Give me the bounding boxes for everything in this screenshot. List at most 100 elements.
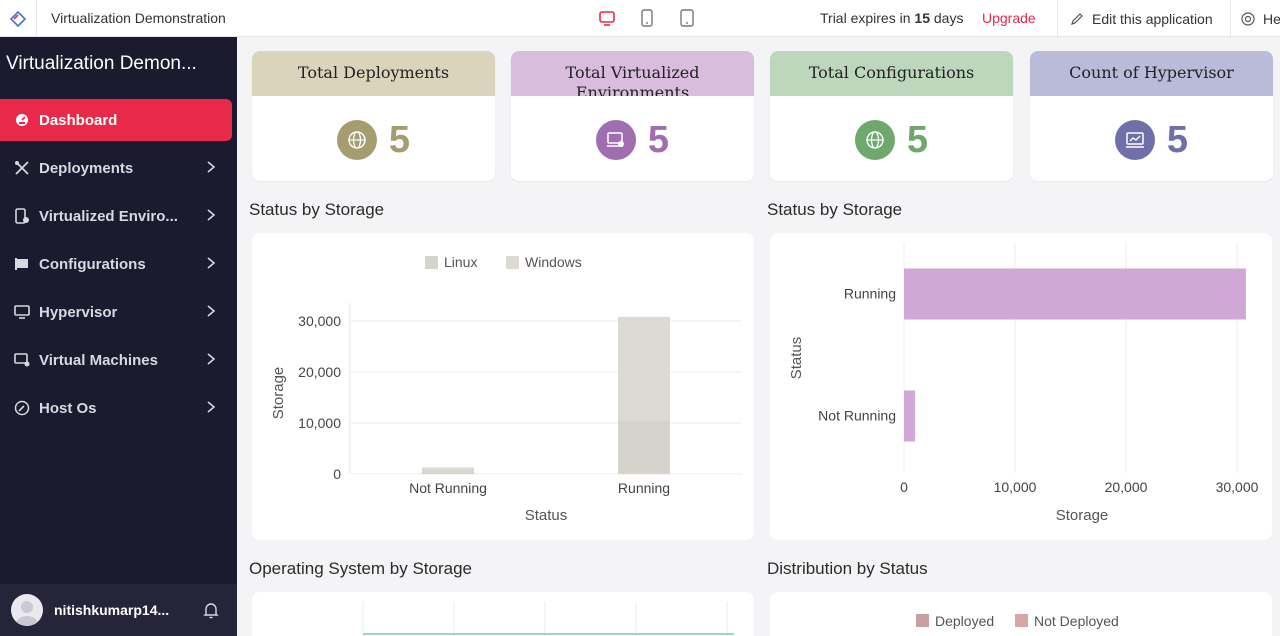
app-title: Virtualization Demonstration [51, 10, 226, 26]
card-value: 5 [906, 119, 929, 161]
bar [618, 420, 670, 474]
sidebar-item-virtualized-environments[interactable]: Virtualized Enviro... [0, 195, 232, 237]
chart-distribution-by-status: Deployed Not Deployed [916, 613, 1119, 629]
app-logo-icon[interactable] [0, 0, 37, 37]
y-tick-label: 0 [333, 466, 341, 482]
x-axis-title: Storage [1056, 507, 1109, 524]
chevron-right-icon [207, 353, 216, 365]
trial-notice: Trial expires in 15 days [820, 10, 963, 26]
monitor-icon [13, 303, 31, 321]
bell-icon[interactable] [203, 602, 219, 619]
bar [422, 471, 474, 474]
help-icon [1241, 11, 1255, 26]
kpi-card-total-virtualized-environments: Total Virtualized Environments 5 [511, 51, 754, 181]
y-tick-label: 30,000 [298, 313, 341, 329]
horizontal-bar-chart-status-by-storage: 0 10,000 20,000 30,000 Running Not Running Sto… [788, 243, 1259, 524]
legend-label: Windows [525, 254, 582, 270]
y-tick-label: Not Running [818, 408, 896, 424]
bar [904, 390, 916, 442]
sidebar-item-dashboard[interactable]: Dashboard [0, 99, 232, 141]
sidebar-item-label: Deployments [39, 159, 134, 177]
chevron-right-icon [207, 257, 216, 269]
trial-suffix: days [933, 10, 964, 26]
y-tick-label: Running [844, 286, 896, 302]
kpi-card-total-deployments: Total Deployments 5 [252, 51, 495, 181]
bar [422, 467, 474, 472]
device-gear-icon [13, 207, 31, 225]
chevron-right-icon [207, 401, 216, 413]
sidebar-item-label: Host Os [39, 399, 97, 417]
card-title: Total Virtualized Environments [511, 51, 754, 96]
sidebar-item-label: Hypervisor [39, 303, 118, 321]
x-tick-label: 0 [900, 479, 908, 495]
y-axis-title: Status [788, 337, 805, 380]
trial-days: 15 [914, 10, 930, 26]
dashboard-icon [13, 111, 31, 129]
top-bar: Virtualization Demonstration Trial expir… [0, 0, 1280, 37]
legend-label: Deployed [935, 613, 994, 629]
card-value: 5 [388, 119, 411, 161]
sidebar: Virtualization Demon... Dashboard Deploy… [0, 37, 237, 636]
device-preview-switcher [597, 7, 697, 29]
sidebar-item-label: Virtualized Enviro... [39, 207, 178, 225]
help-button[interactable]: He [1230, 0, 1280, 37]
sidebar-item-label: Virtual Machines [39, 351, 158, 369]
y-axis-title: Storage [270, 367, 287, 420]
edit-application-label: Edit this application [1092, 10, 1213, 27]
desktop-icon[interactable] [597, 7, 617, 29]
card-title: Total Configurations [770, 51, 1013, 96]
x-tick-label: 10,000 [994, 479, 1037, 495]
laptop-gear-icon [595, 120, 636, 160]
sidebar-item-label: Dashboard [39, 111, 118, 129]
legend-swatch [916, 614, 929, 627]
user-profile[interactable]: nitishkumarp14... [0, 584, 237, 636]
x-tick-label: Not Running [409, 480, 487, 496]
legend-swatch [425, 256, 438, 269]
sidebar-item-label: Configurations [39, 255, 146, 273]
bar [618, 316, 670, 421]
compass-icon [13, 399, 31, 417]
x-axis-title: Status [525, 507, 568, 524]
chart-os-by-storage [362, 602, 734, 636]
chart-monitor-icon [1114, 120, 1155, 160]
chart-panel-status-by-storage: Linux Windows 0 10,000 20,000 30,000 Not Runni… [252, 233, 754, 540]
chevron-right-icon [207, 161, 216, 173]
bar-chart-status-by-storage: Linux Windows 0 10,000 20,000 30,000 Not Runni… [270, 254, 742, 524]
y-tick-label: 20,000 [298, 364, 341, 380]
pencil-icon [1071, 12, 1083, 25]
card-value: 5 [1166, 119, 1189, 161]
trial-prefix: Trial expires in [820, 10, 911, 26]
chevron-right-icon [207, 209, 216, 221]
config-icon [13, 255, 31, 273]
chart-panel-distribution-by-status: Deployed Not Deployed [770, 592, 1272, 636]
user-name: nitishkumarp14... [54, 602, 170, 618]
x-tick-label: 30,000 [1216, 479, 1259, 495]
mobile-icon[interactable] [677, 7, 697, 29]
sidebar-app-title: Virtualization Demon... [6, 53, 197, 74]
legend-label: Not Deployed [1034, 613, 1119, 629]
section-title-distribution-by-status: Distribution by Status [767, 559, 928, 578]
card-title: Total Deployments [252, 51, 495, 96]
monitor-gear-icon [13, 351, 31, 369]
legend-label: Linux [444, 254, 477, 270]
card-title: Count of Hypervisor [1030, 51, 1273, 96]
y-tick-label: 10,000 [298, 415, 341, 431]
edit-application-button[interactable]: Edit this application [1057, 0, 1229, 37]
sidebar-item-host-os[interactable]: Host Os [0, 387, 232, 429]
chart-panel-status-by-storage-horizontal: 0 10,000 20,000 30,000 Running Not Running Sto… [770, 233, 1272, 540]
tablet-icon[interactable] [637, 7, 657, 29]
section-title-status-by-storage: Status by Storage [249, 200, 385, 219]
sidebar-item-deployments[interactable]: Deployments [0, 147, 232, 189]
section-title-status-by-storage-horizontal: Status by Storage [767, 200, 903, 219]
section-title-os-by-storage: Operating System by Storage [249, 559, 473, 578]
avatar [11, 594, 43, 626]
globe-icon [336, 120, 377, 160]
sidebar-item-configurations[interactable]: Configurations [0, 243, 232, 285]
sidebar-item-hypervisor[interactable]: Hypervisor [0, 291, 232, 333]
sidebar-nav: Dashboard Deployments Virtualized Enviro… [0, 99, 237, 435]
help-label: He [1263, 10, 1280, 27]
card-value: 5 [647, 119, 670, 161]
sidebar-item-virtual-machines[interactable]: Virtual Machines [0, 339, 232, 381]
x-tick-label: Running [618, 480, 670, 496]
upgrade-link[interactable]: Upgrade [982, 10, 1036, 26]
